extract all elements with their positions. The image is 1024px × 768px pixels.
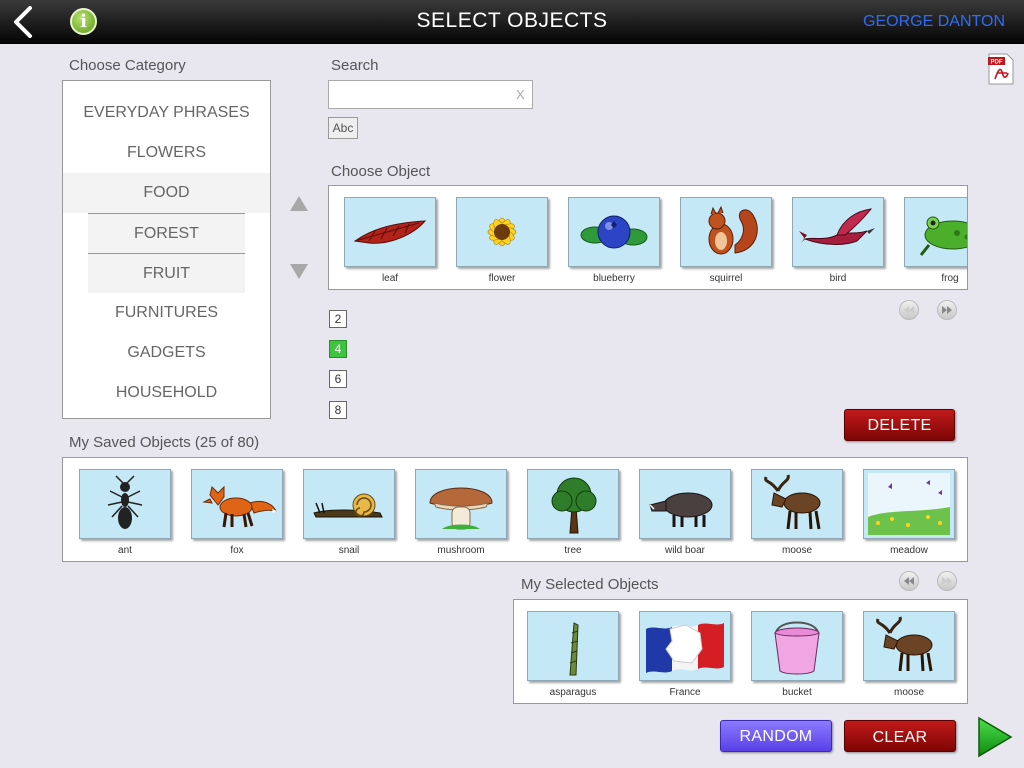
boar-icon[interactable] bbox=[639, 469, 731, 539]
pdf-icon[interactable]: PDF bbox=[987, 53, 1015, 85]
saved-object-tile[interactable]: mushroom bbox=[415, 469, 507, 556]
object-next-button[interactable] bbox=[937, 300, 957, 320]
object-caption: frog bbox=[941, 273, 959, 284]
mushroom-icon[interactable] bbox=[415, 469, 507, 539]
object-caption: ant bbox=[118, 545, 132, 556]
object-caption: mushroom bbox=[437, 545, 485, 556]
object-caption: France bbox=[669, 687, 701, 698]
search-clear-button[interactable]: X bbox=[516, 87, 525, 102]
svg-text:PDF: PDF bbox=[991, 60, 1003, 66]
user-name[interactable]: GEORGE DANTON bbox=[863, 13, 1005, 31]
tree-icon[interactable] bbox=[527, 469, 619, 539]
object-caption: moose bbox=[781, 545, 812, 556]
object-prev-button[interactable] bbox=[899, 300, 919, 320]
snail-icon[interactable] bbox=[303, 469, 395, 539]
rewind-icon bbox=[904, 306, 914, 314]
saved-object-tile[interactable]: wild boar bbox=[639, 469, 731, 556]
bird-icon[interactable] bbox=[792, 197, 884, 267]
top-bar: i SELECT OBJECTS GEORGE DANTON bbox=[0, 0, 1024, 44]
selected-object-tile[interactable]: bucket bbox=[751, 611, 843, 698]
category-item-forest[interactable]: FOREST bbox=[88, 213, 245, 253]
category-item-household[interactable]: HOUSEHOLD bbox=[63, 373, 270, 413]
object-caption: squirrel bbox=[709, 273, 743, 284]
object-caption: tree bbox=[564, 545, 582, 556]
category-list[interactable]: EVERYDAY PHRASES FLOWERS FOOD FOREST FRU… bbox=[62, 80, 271, 419]
category-label: Choose Category bbox=[69, 57, 186, 74]
object-tile[interactable]: leaf bbox=[344, 197, 436, 284]
selected-objects-label: My Selected Objects bbox=[521, 576, 659, 593]
search-label: Search bbox=[331, 57, 379, 74]
object-tile[interactable]: flower bbox=[456, 197, 548, 284]
saved-object-tile[interactable]: meadow bbox=[863, 469, 955, 556]
category-item-flowers[interactable]: FLOWERS bbox=[63, 133, 270, 173]
selected-prev-button[interactable] bbox=[899, 571, 919, 591]
saved-object-tile[interactable]: moose bbox=[751, 469, 843, 556]
saved-objects-label: My Saved Objects (25 of 80) bbox=[69, 434, 260, 451]
fast-forward-icon bbox=[942, 306, 952, 314]
object-caption: flower bbox=[488, 273, 516, 284]
meadow-icon[interactable] bbox=[863, 469, 955, 539]
page-size-option-6[interactable]: 6 bbox=[329, 370, 347, 388]
blueberry-icon[interactable] bbox=[568, 197, 660, 267]
moose-icon[interactable] bbox=[863, 611, 955, 681]
category-item-gadgets[interactable]: GADGETS bbox=[63, 333, 270, 373]
asparagus-icon[interactable] bbox=[527, 611, 619, 681]
random-button[interactable]: RANDOM bbox=[720, 720, 832, 752]
object-caption: leaf bbox=[381, 273, 399, 284]
clear-button[interactable]: CLEAR bbox=[844, 720, 956, 752]
category-item-fruit[interactable]: FRUIT bbox=[88, 253, 245, 293]
object-caption: moose bbox=[893, 687, 924, 698]
object-caption: bucket bbox=[782, 687, 812, 698]
squirrel-icon[interactable] bbox=[680, 197, 772, 267]
object-tile[interactable]: bird bbox=[792, 197, 884, 284]
object-caption: wild boar bbox=[664, 545, 706, 556]
saved-object-tile[interactable]: ant bbox=[79, 469, 171, 556]
category-item-everyday-phrases[interactable]: EVERYDAY PHRASES bbox=[63, 93, 270, 133]
france-map-icon[interactable] bbox=[639, 611, 731, 681]
ant-icon[interactable] bbox=[79, 469, 171, 539]
object-tile[interactable]: frog bbox=[904, 197, 967, 284]
frog-icon[interactable] bbox=[904, 197, 967, 267]
object-caption: fox bbox=[230, 545, 244, 556]
page-size-option-4[interactable]: 4 bbox=[329, 340, 347, 358]
selected-object-tile[interactable]: asparagus bbox=[527, 611, 619, 698]
keyboard-abc-button[interactable]: Abc bbox=[328, 117, 358, 139]
delete-button[interactable]: DELETE bbox=[844, 409, 955, 441]
object-caption: snail bbox=[338, 545, 360, 556]
moose-icon[interactable] bbox=[751, 469, 843, 539]
object-caption: bird bbox=[829, 273, 847, 284]
selected-object-tile[interactable]: moose bbox=[863, 611, 955, 698]
selected-object-tile[interactable]: France bbox=[639, 611, 731, 698]
choose-object-carousel[interactable]: leaf flower blueberry squirrel bird frog bbox=[328, 185, 968, 290]
bucket-icon[interactable] bbox=[751, 611, 843, 681]
selected-objects-panel[interactable]: asparagus France bucket moose bbox=[513, 599, 968, 704]
category-item-food[interactable]: FOOD bbox=[63, 173, 270, 213]
next-play-icon[interactable] bbox=[977, 716, 1013, 758]
selected-next-button[interactable] bbox=[937, 571, 957, 591]
saved-object-tile[interactable]: snail bbox=[303, 469, 395, 556]
leaf-icon[interactable] bbox=[344, 197, 436, 267]
rewind-icon bbox=[904, 577, 914, 585]
search-input[interactable] bbox=[328, 80, 533, 109]
object-caption: asparagus bbox=[549, 687, 597, 698]
page-size-option-2[interactable]: 2 bbox=[329, 310, 347, 328]
object-caption: blueberry bbox=[593, 273, 635, 284]
object-tile[interactable]: squirrel bbox=[680, 197, 772, 284]
category-item-furnitures[interactable]: FURNITURES bbox=[63, 293, 270, 333]
choose-object-label: Choose Object bbox=[331, 163, 431, 180]
saved-objects-panel[interactable]: ant fox snail mushroom tree wild boar mo… bbox=[62, 457, 968, 562]
sunflower-icon[interactable] bbox=[456, 197, 548, 267]
scroll-up-arrow-icon[interactable] bbox=[290, 196, 308, 211]
fast-forward-icon bbox=[942, 577, 952, 585]
scroll-down-arrow-icon[interactable] bbox=[290, 264, 308, 279]
object-tile[interactable]: blueberry bbox=[568, 197, 660, 284]
saved-object-tile[interactable]: fox bbox=[191, 469, 283, 556]
fox-icon[interactable] bbox=[191, 469, 283, 539]
object-caption: meadow bbox=[890, 545, 928, 556]
saved-object-tile[interactable]: tree bbox=[527, 469, 619, 556]
page-size-option-8[interactable]: 8 bbox=[329, 401, 347, 419]
